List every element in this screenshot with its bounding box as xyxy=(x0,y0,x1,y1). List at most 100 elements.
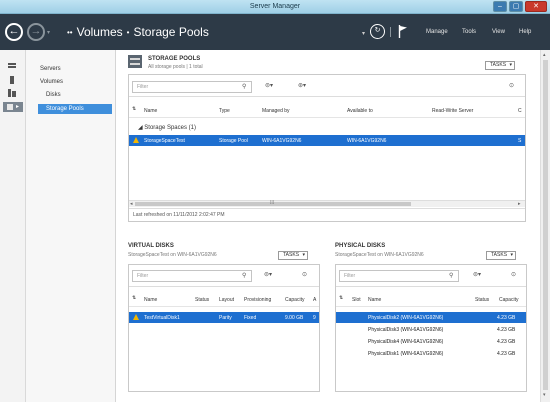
scroll-thumb[interactable] xyxy=(543,60,548,390)
col-c[interactable]: C xyxy=(518,108,522,114)
scroll-up-icon[interactable]: ▴ xyxy=(543,52,546,58)
close-button[interactable]: ✕ xyxy=(525,1,547,12)
cell-provisioning: Fixed xyxy=(244,315,257,321)
table-row[interactable]: StorageSpaceTest Storage Pool WIN-6A1VG9… xyxy=(129,135,525,146)
col-type[interactable]: Type xyxy=(219,108,230,114)
virtual-disks-filter-input[interactable]: Filter xyxy=(132,270,252,282)
breadcrumb-separator: • xyxy=(126,27,130,37)
menu-view[interactable]: View xyxy=(492,29,505,35)
col-capacity[interactable]: Capacity xyxy=(499,297,518,303)
breadcrumb-volumes[interactable]: Volumes xyxy=(77,25,123,39)
storage-pools-subtitle: All storage pools | 1 total xyxy=(148,64,203,70)
nav-item-volumes[interactable]: Volumes xyxy=(40,79,63,85)
cell-type: Storage Pool xyxy=(219,138,248,144)
col-available-to[interactable]: Available to xyxy=(347,108,373,114)
col-slot[interactable]: Slot xyxy=(352,297,361,303)
back-button[interactable]: ← xyxy=(5,23,23,41)
col-layout[interactable]: Layout xyxy=(219,297,234,303)
cell-available-to: WIN-6A1VG92N6 xyxy=(347,138,387,144)
last-refreshed-text: Last refreshed on 11/11/2012 2:02:47 PM xyxy=(133,212,225,218)
cell-layout: Parity xyxy=(219,315,232,321)
table-row[interactable]: TestVirtualDisk1 Parity Fixed 9.00 GB 9 xyxy=(129,312,319,323)
cell-name: PhysicalDisk3 (WIN-6A1VG92N6) xyxy=(368,327,444,333)
virtual-disks-title: VIRTUAL DISKS xyxy=(128,243,174,249)
warning-icon xyxy=(133,137,139,143)
storage-pools-filter-input[interactable]: Filter xyxy=(132,81,252,93)
table-row[interactable]: PhysicalDisk3 (WIN-6A1VG92N6) 4.23 GB xyxy=(336,324,526,335)
header-bar: ← → ▾ •• Volumes • Storage Pools ▾ ↻ Man… xyxy=(0,14,550,50)
scroll-down-icon[interactable]: ▾ xyxy=(543,392,546,398)
maximize-button[interactable]: ▢ xyxy=(509,1,523,12)
all-servers-icon[interactable] xyxy=(8,89,16,97)
divider xyxy=(336,286,526,287)
nav-item-storage-pools-label: Storage Pools xyxy=(46,106,84,112)
col-name[interactable]: Name xyxy=(144,108,157,114)
col-status[interactable]: Status xyxy=(195,297,209,303)
refresh-dropdown-icon[interactable]: ▾ xyxy=(362,30,365,37)
refresh-icon[interactable]: ↻ xyxy=(370,24,385,39)
col-read-write-server[interactable]: Read-Write Server xyxy=(432,108,473,114)
icon-rail: ▸ xyxy=(0,50,26,402)
nav-item-storage-pools[interactable]: Storage Pools xyxy=(38,104,112,114)
col-name[interactable]: Name xyxy=(368,297,381,303)
search-icon[interactable]: ⚲ xyxy=(242,272,246,279)
table-row[interactable]: PhysicalDisk2 (WIN-6A1VG92N6) 4.23 GB xyxy=(336,312,526,323)
scroll-right-icon[interactable]: ▸ xyxy=(518,201,521,207)
dashboard-icon[interactable] xyxy=(8,63,16,69)
group-options-icon[interactable]: ⊛▾ xyxy=(298,82,306,89)
col-status[interactable]: Status xyxy=(475,297,489,303)
sort-indicator-icon: ⇅ xyxy=(339,295,344,301)
notifications-flag-icon[interactable] xyxy=(398,25,408,40)
filter-options-icon[interactable]: ⊜▾ xyxy=(265,82,273,89)
menu-manage[interactable]: Manage xyxy=(426,29,448,35)
expand-collapse-icon[interactable]: ⊙ xyxy=(302,271,307,278)
tasks-dropdown-icon: ▾ xyxy=(510,252,513,258)
expand-collapse-icon[interactable]: ⊙ xyxy=(511,271,516,278)
scroll-left-icon[interactable]: ◂ xyxy=(130,201,133,207)
forward-button[interactable]: → xyxy=(27,23,45,41)
col-provisioning[interactable]: Provisioning xyxy=(244,297,271,303)
storage-pools-tasks-button[interactable]: TASKS ▾ xyxy=(485,61,515,70)
physical-disks-filter-input[interactable]: Filter xyxy=(339,270,459,282)
table-row[interactable]: PhysicalDisk4 (WIN-6A1VG92N6) 4.23 GB xyxy=(336,336,526,347)
vertical-scrollbar[interactable]: ▴ ▾ xyxy=(540,50,550,402)
cell-name: TestVirtualDisk1 xyxy=(144,315,180,321)
dropdown-arrow-icon[interactable]: ▾ xyxy=(47,29,50,36)
tasks-label: TASKS xyxy=(283,252,300,258)
divider xyxy=(336,306,526,307)
table-row[interactable]: PhysicalDisk1 (WIN-6A1VG92N6) 4.23 GB xyxy=(336,348,526,359)
filter-placeholder: Filter xyxy=(137,84,149,90)
physical-disks-title: PHYSICAL DISKS xyxy=(335,243,386,249)
nav-item-servers[interactable]: Servers xyxy=(40,66,61,72)
expand-collapse-icon[interactable]: ⊙ xyxy=(509,82,514,89)
filter-options-icon[interactable]: ⊜▾ xyxy=(473,271,481,278)
menu-tools[interactable]: Tools xyxy=(462,29,476,35)
col-name[interactable]: Name xyxy=(144,297,157,303)
window-title: Server Manager xyxy=(249,3,301,10)
tasks-label: TASKS xyxy=(490,62,507,68)
search-icon[interactable]: ⚲ xyxy=(449,272,453,279)
menu-help[interactable]: Help xyxy=(519,29,531,35)
horizontal-scrollbar[interactable]: ◂ ⁞⁞⁞ ▸ xyxy=(129,200,525,207)
col-a[interactable]: A xyxy=(313,297,316,303)
physical-disks-tasks-button[interactable]: TASKS ▾ xyxy=(486,251,516,260)
nav-item-disks[interactable]: Disks xyxy=(46,92,61,98)
group-header[interactable]: ◢ Storage Spaces (1) xyxy=(138,124,196,131)
cell-capacity: 4.23 GB xyxy=(497,315,516,321)
header-divider xyxy=(390,27,391,37)
local-server-icon[interactable] xyxy=(10,76,14,84)
storage-pools-title: STORAGE POOLS xyxy=(148,56,201,62)
virtual-disks-tasks-button[interactable]: TASKS ▾ xyxy=(278,251,308,260)
physical-disks-subtitle: StorageSpaceTest on WIN-6A1VG92N6 xyxy=(335,252,424,258)
cell-name: PhysicalDisk4 (WIN-6A1VG92N6) xyxy=(368,339,444,345)
col-capacity[interactable]: Capacity xyxy=(285,297,304,303)
cell-name: PhysicalDisk2 (WIN-6A1VG92N6) xyxy=(368,315,444,321)
cell-capacity: 9.00 GB xyxy=(285,315,304,321)
filter-options-icon[interactable]: ⊜▾ xyxy=(264,271,272,278)
col-managed-by[interactable]: Managed by xyxy=(262,108,290,114)
file-storage-services-nav[interactable]: ▸ xyxy=(3,102,23,112)
cell-a: 9 xyxy=(313,315,316,321)
tasks-label: TASKS xyxy=(491,252,508,258)
search-icon[interactable]: ⚲ xyxy=(242,83,246,90)
minimize-button[interactable]: ‒ xyxy=(493,1,507,12)
